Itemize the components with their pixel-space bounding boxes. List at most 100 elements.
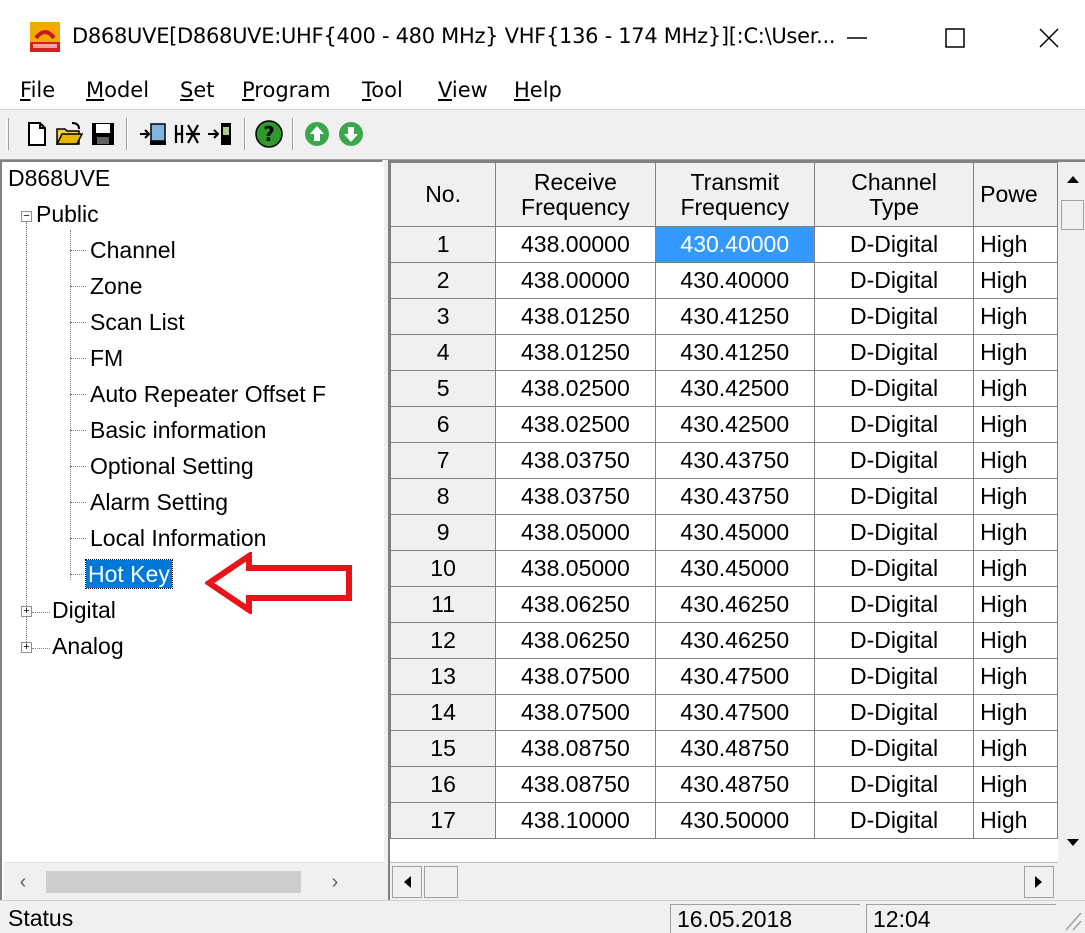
column-header-channel-type[interactable]: Channel Type xyxy=(813,162,975,227)
channel-grid[interactable]: No. Receive Frequency Transmit Frequency C… xyxy=(390,162,1058,862)
row-number-cell[interactable]: 12 xyxy=(390,622,497,659)
power-cell[interactable]: High xyxy=(973,586,1058,623)
power-cell[interactable]: High xyxy=(973,550,1058,587)
menu-program[interactable]: Program xyxy=(242,78,331,102)
receive-frequency-cell[interactable]: 438.06250 xyxy=(495,622,656,659)
power-cell[interactable]: High xyxy=(973,370,1058,407)
expand-icon[interactable]: + xyxy=(21,642,32,653)
table-row[interactable]: 4 438.01250 430.41250 D-Digital High xyxy=(390,334,1058,371)
navigation-tree[interactable]: D868UVE − Public Channel Zone Scan List … xyxy=(2,162,383,862)
row-number-cell[interactable]: 1 xyxy=(390,226,497,263)
tree-item-scan-list[interactable]: Scan List xyxy=(90,308,185,336)
channel-type-cell[interactable]: D-Digital xyxy=(813,298,975,335)
channel-type-cell[interactable]: D-Digital xyxy=(813,730,975,767)
transmit-frequency-cell[interactable]: 430.48750 xyxy=(654,766,816,803)
tree-item-alarm-setting[interactable]: Alarm Setting xyxy=(90,488,228,516)
row-number-cell[interactable]: 16 xyxy=(390,766,497,803)
scrollbar-thumb[interactable] xyxy=(1061,200,1084,230)
compare-button[interactable] xyxy=(172,119,202,149)
channel-type-cell[interactable]: D-Digital xyxy=(813,370,975,407)
table-row[interactable]: 7 438.03750 430.43750 D-Digital High xyxy=(390,442,1058,479)
row-number-cell[interactable]: 13 xyxy=(390,658,497,695)
write-to-radio-button[interactable] xyxy=(206,119,236,149)
row-number-cell[interactable]: 9 xyxy=(390,514,497,551)
transmit-frequency-cell[interactable]: 430.41250 xyxy=(654,298,816,335)
table-row[interactable]: 16 438.08750 430.48750 D-Digital High xyxy=(390,766,1058,803)
receive-frequency-cell[interactable]: 438.05000 xyxy=(495,514,656,551)
toolbar-grip[interactable] xyxy=(6,118,9,150)
table-row[interactable]: 14 438.07500 430.47500 D-Digital High xyxy=(390,694,1058,731)
scroll-left-button[interactable] xyxy=(392,866,422,898)
tree-item-channel[interactable]: Channel xyxy=(90,236,176,264)
receive-frequency-cell[interactable]: 438.01250 xyxy=(495,298,656,335)
grid-vertical-scrollbar[interactable] xyxy=(1058,162,1085,862)
receive-frequency-cell[interactable]: 438.03750 xyxy=(495,442,656,479)
row-number-cell[interactable]: 8 xyxy=(390,478,497,515)
table-row[interactable]: 12 438.06250 430.46250 D-Digital High xyxy=(390,622,1058,659)
tree-item-hot-key[interactable]: Hot Key xyxy=(85,559,173,589)
table-row[interactable]: 5 438.02500 430.42500 D-Digital High xyxy=(390,370,1058,407)
maximize-button[interactable] xyxy=(930,16,980,60)
table-row[interactable]: 2 438.00000 430.40000 D-Digital High xyxy=(390,262,1058,299)
table-row[interactable]: 1 438.00000 430.40000 D-Digital High xyxy=(390,226,1058,263)
power-cell[interactable]: High xyxy=(973,478,1058,515)
tree-horizontal-scrollbar[interactable]: ‹ › xyxy=(4,862,385,900)
column-header-no[interactable]: No. xyxy=(390,162,497,227)
channel-type-cell[interactable]: D-Digital xyxy=(813,514,975,551)
row-number-cell[interactable]: 4 xyxy=(390,334,497,371)
transmit-frequency-cell[interactable]: 430.48750 xyxy=(654,730,816,767)
power-cell[interactable]: High xyxy=(973,802,1058,839)
power-cell[interactable]: High xyxy=(973,766,1058,803)
row-number-cell[interactable]: 15 xyxy=(390,730,497,767)
scroll-up-button[interactable] xyxy=(1058,164,1085,194)
transmit-frequency-cell[interactable]: 430.50000 xyxy=(654,802,816,839)
transmit-frequency-cell[interactable]: 430.42500 xyxy=(654,370,816,407)
help-button[interactable]: ? xyxy=(254,119,284,149)
row-number-cell[interactable]: 7 xyxy=(390,442,497,479)
table-row[interactable]: 11 438.06250 430.46250 D-Digital High xyxy=(390,586,1058,623)
receive-frequency-cell[interactable]: 438.02500 xyxy=(495,370,656,407)
menu-tool[interactable]: Tool xyxy=(362,78,403,102)
channel-type-cell[interactable]: D-Digital xyxy=(813,694,975,731)
menu-view[interactable]: View xyxy=(438,78,488,102)
transmit-frequency-cell[interactable]: 430.43750 xyxy=(654,442,816,479)
channel-type-cell[interactable]: D-Digital xyxy=(813,622,975,659)
transmit-frequency-cell[interactable]: 430.47500 xyxy=(654,658,816,695)
row-number-cell[interactable]: 17 xyxy=(390,802,497,839)
scroll-right-button[interactable] xyxy=(1024,866,1054,898)
channel-type-cell[interactable]: D-Digital xyxy=(813,262,975,299)
transmit-frequency-cell[interactable]: 430.43750 xyxy=(654,478,816,515)
tree-node-public[interactable]: Public xyxy=(36,200,99,228)
table-row[interactable]: 13 438.07500 430.47500 D-Digital High xyxy=(390,658,1058,695)
transmit-frequency-cell[interactable]: 430.40000 xyxy=(654,262,816,299)
open-button[interactable] xyxy=(54,119,84,149)
transmit-frequency-cell[interactable]: 430.47500 xyxy=(654,694,816,731)
power-cell[interactable]: High xyxy=(973,262,1058,299)
receive-frequency-cell[interactable]: 438.07500 xyxy=(495,694,656,731)
scroll-left-arrow-icon[interactable]: ‹ xyxy=(8,867,38,897)
receive-frequency-cell[interactable]: 438.08750 xyxy=(495,766,656,803)
menu-file[interactable]: File xyxy=(20,78,55,102)
close-button[interactable] xyxy=(1024,16,1074,60)
channel-type-cell[interactable]: D-Digital xyxy=(813,406,975,443)
receive-frequency-cell[interactable]: 438.07500 xyxy=(495,658,656,695)
read-from-radio-button[interactable] xyxy=(138,119,168,149)
channel-type-cell[interactable]: D-Digital xyxy=(813,550,975,587)
column-header-power[interactable]: Powe xyxy=(973,162,1058,227)
tree-item-zone[interactable]: Zone xyxy=(90,272,142,300)
row-number-cell[interactable]: 6 xyxy=(390,406,497,443)
collapse-icon[interactable]: − xyxy=(21,211,32,222)
channel-type-cell[interactable]: D-Digital xyxy=(813,802,975,839)
resize-grip-icon[interactable] xyxy=(1062,909,1082,931)
table-row[interactable]: 8 438.03750 430.43750 D-Digital High xyxy=(390,478,1058,515)
receive-frequency-cell[interactable]: 438.02500 xyxy=(495,406,656,443)
transmit-frequency-cell[interactable]: 430.46250 xyxy=(654,586,816,623)
receive-frequency-cell[interactable]: 438.08750 xyxy=(495,730,656,767)
move-down-button[interactable] xyxy=(336,119,366,149)
scrollbar-thumb[interactable] xyxy=(424,866,458,898)
power-cell[interactable]: High xyxy=(973,658,1058,695)
transmit-frequency-cell[interactable]: 430.45000 xyxy=(654,550,816,587)
row-number-cell[interactable]: 3 xyxy=(390,298,497,335)
row-number-cell[interactable]: 5 xyxy=(390,370,497,407)
transmit-frequency-cell[interactable]: 430.45000 xyxy=(654,514,816,551)
